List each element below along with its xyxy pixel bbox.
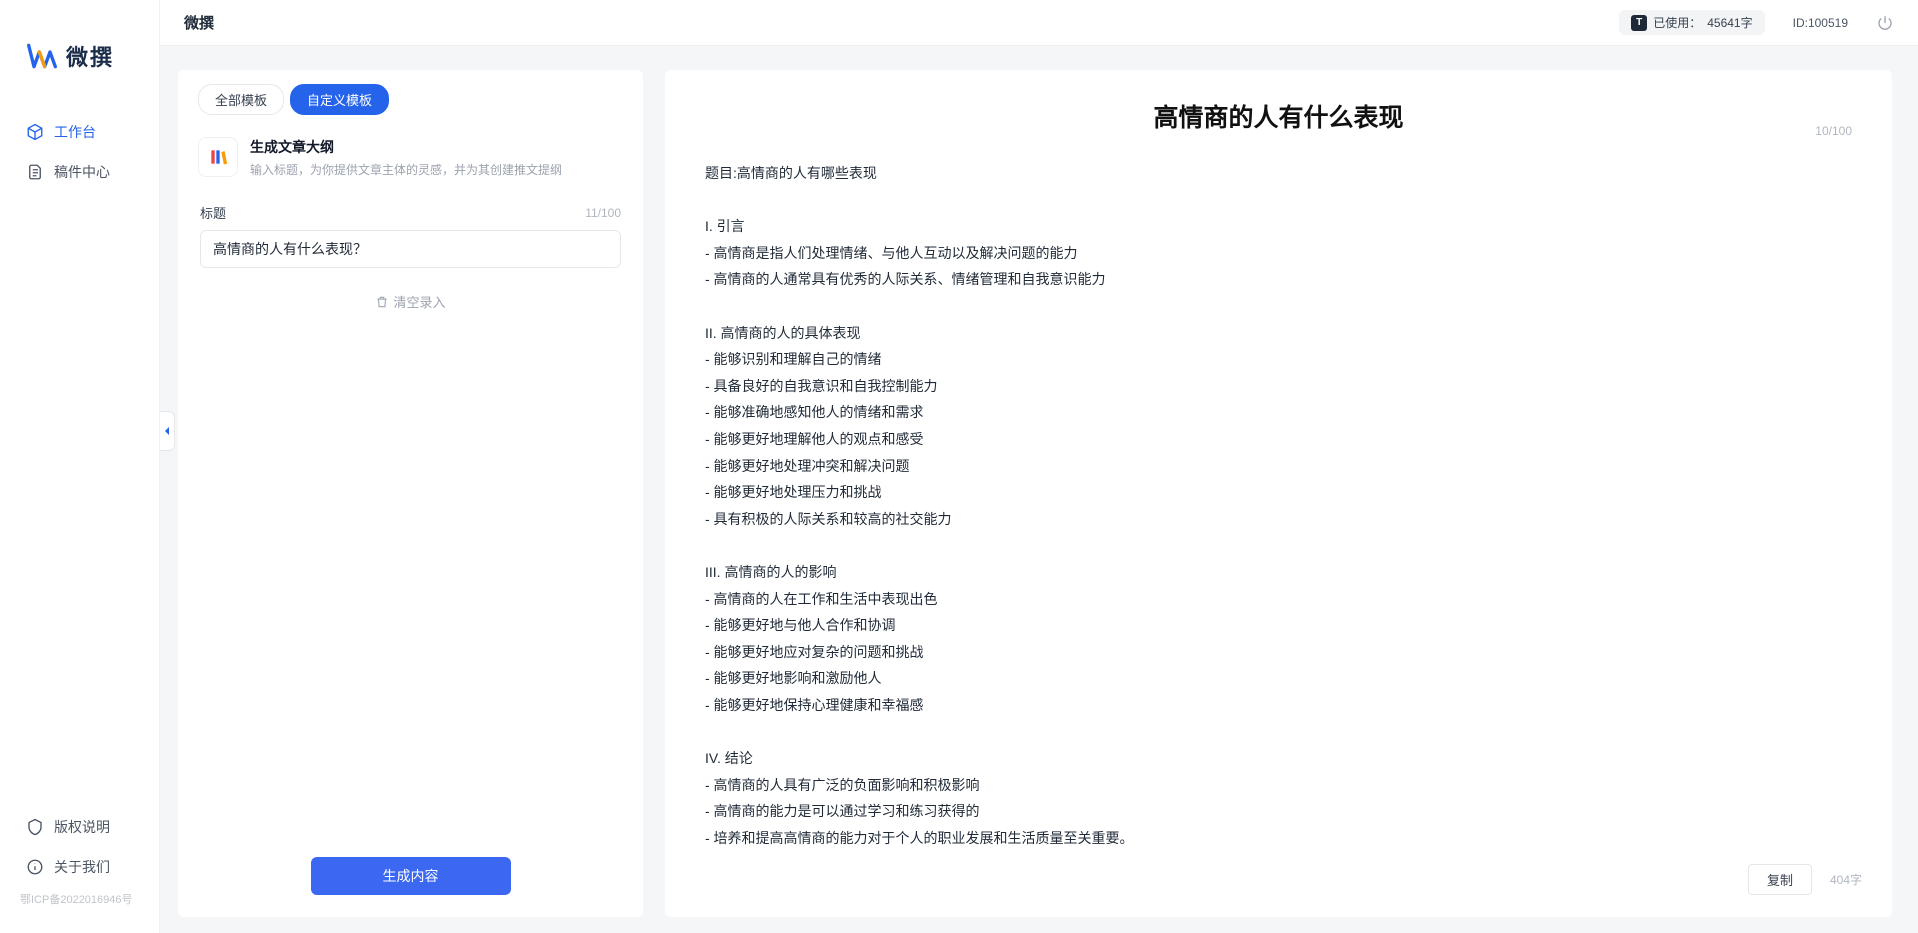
brand-small: 微撰	[184, 12, 214, 33]
usage-label: 已使用：	[1653, 14, 1701, 31]
nav-item-about[interactable]: 关于我们	[0, 847, 159, 887]
trash-icon	[375, 295, 389, 309]
output-title: 高情商的人有什么表现	[705, 98, 1852, 134]
tab-custom-templates[interactable]: 自定义模板	[290, 84, 389, 115]
template-card-desc: 输入标题，为你提供文章主体的灵感，并为其创建推文提纲	[250, 161, 562, 179]
template-tabs: 全部模板 自定义模板	[178, 70, 643, 125]
usage-badge-icon: T	[1631, 15, 1647, 31]
copy-button[interactable]: 复制	[1748, 864, 1812, 895]
doc-icon	[26, 163, 44, 181]
template-card-title: 生成文章大纲	[250, 137, 562, 157]
logo-icon	[26, 40, 58, 72]
user-id: ID:100519	[1793, 16, 1848, 30]
topbar: 微撰 T 已使用： 45641字 ID:100519	[160, 0, 1918, 46]
logo-text: 微撰	[66, 40, 114, 72]
right-panel: 高情商的人有什么表现 10/100 题目:高情商的人有哪些表现 I. 引言 - …	[665, 70, 1892, 917]
template-card: 生成文章大纲 输入标题，为你提供文章主体的灵感，并为其创建推文提纲	[178, 125, 643, 195]
title-input[interactable]	[200, 230, 621, 268]
nav-item-drafts[interactable]: 稿件中心	[0, 152, 159, 192]
title-label: 标题	[200, 203, 226, 222]
power-icon[interactable]	[1876, 14, 1894, 32]
nav-item-workbench[interactable]: 工作台	[0, 112, 159, 152]
usage-pill[interactable]: T 已使用： 45641字	[1619, 10, 1764, 35]
generate-button[interactable]: 生成内容	[311, 857, 511, 895]
output-title-counter: 10/100	[1815, 124, 1852, 138]
clear-input-button[interactable]: 清空录入	[178, 276, 643, 327]
info-icon	[26, 858, 44, 876]
nav-item-label: 工作台	[54, 122, 96, 142]
sidebar: 微撰 工作台 稿件中心 版权说明 关于我们 鄂ICP备2022016946号	[0, 0, 160, 933]
output-body[interactable]: 题目:高情商的人有哪些表现 I. 引言 - 高情商是指人们处理情绪、与他人互动以…	[665, 140, 1892, 850]
nav-item-label: 稿件中心	[54, 162, 110, 182]
chevron-left-icon	[162, 426, 172, 436]
left-panel: 全部模板 自定义模板 生成文章大纲 输入标题，为你提供文章主体的灵感，并为其创建…	[178, 70, 643, 917]
sidebar-collapse-toggle[interactable]	[160, 411, 175, 451]
nav-item-copyright[interactable]: 版权说明	[0, 807, 159, 847]
logo: 微撰	[0, 0, 159, 102]
books-icon	[208, 147, 228, 167]
cube-icon	[26, 123, 44, 141]
usage-value: 45641字	[1707, 14, 1752, 31]
nav-item-label: 关于我们	[54, 857, 110, 877]
output-word-count: 404字	[1830, 871, 1862, 888]
nav-item-label: 版权说明	[54, 817, 110, 837]
shield-icon	[26, 818, 44, 836]
title-counter: 11/100	[585, 206, 621, 220]
tab-all-templates[interactable]: 全部模板	[198, 84, 284, 115]
icp-text: 鄂ICP备2022016946号	[0, 887, 159, 915]
template-card-icon	[198, 137, 238, 177]
main-nav: 工作台 稿件中心	[0, 102, 159, 807]
bottom-nav: 版权说明 关于我们 鄂ICP备2022016946号	[0, 807, 159, 933]
